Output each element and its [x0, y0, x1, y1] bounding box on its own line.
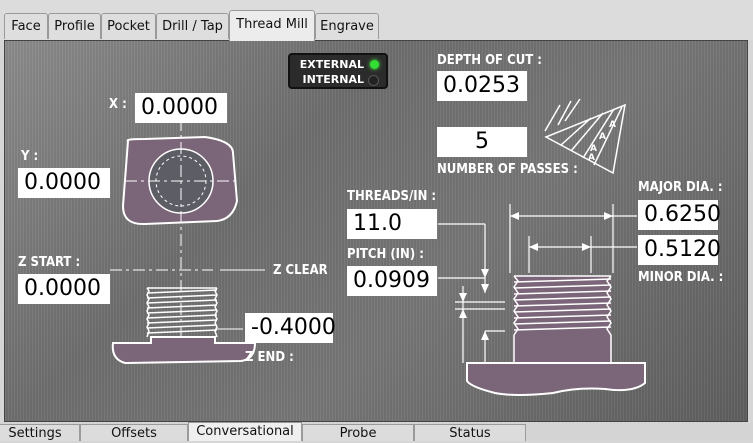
major-dia-input[interactable]: 0.6250	[638, 200, 721, 230]
tab-offsets[interactable]: Offsets	[80, 424, 188, 441]
z-start-input[interactable]: 0.0000	[18, 274, 110, 304]
pitch-label: PITCH (IN) :	[347, 247, 424, 262]
minor-dia-input[interactable]: 0.5120	[638, 235, 721, 265]
minor-dia-label: MINOR DIA. :	[638, 270, 724, 285]
right-thread-body	[514, 276, 611, 364]
z-end-input[interactable]: -0.4000	[245, 313, 336, 343]
tab-drill-tap[interactable]: Drill / Tap	[156, 13, 229, 39]
triangle-letter-1: A	[609, 120, 616, 130]
tab-face[interactable]: Face	[4, 13, 48, 39]
tab-settings[interactable]: Settings	[0, 424, 80, 441]
depth-of-cut-label: DEPTH OF CUT :	[437, 53, 542, 68]
triangle-letter-4: A	[588, 153, 595, 163]
threads-per-in-label: THREADS/IN :	[347, 189, 437, 204]
tab-status[interactable]: Status	[414, 424, 526, 441]
bottom-tab-bar: Settings Offsets Conversational Probe St…	[0, 422, 753, 441]
major-dia-label: MAJOR DIA. :	[638, 180, 723, 195]
x-input[interactable]: 0.0000	[135, 93, 227, 123]
tab-conversational[interactable]: Conversational	[188, 422, 302, 441]
internal-label: INTERNAL	[302, 73, 364, 86]
y-label: Y :	[21, 149, 39, 164]
tab-engrave[interactable]: Engrave	[315, 13, 379, 39]
tab-profile[interactable]: Profile	[48, 13, 101, 39]
external-label: EXTERNAL	[299, 58, 364, 71]
left-thread-profile	[146, 287, 218, 338]
triangle-letter-2: A	[599, 132, 606, 142]
top-tab-bar: Face Profile Pocket Drill / Tap Thread M…	[0, 0, 753, 41]
threads-per-in-input[interactable]: 11.0	[347, 209, 437, 239]
external-led-icon	[370, 60, 379, 69]
external-internal-switch[interactable]: EXTERNAL INTERNAL	[288, 53, 388, 89]
z-end-label: Z END :	[245, 350, 294, 365]
number-of-passes-input[interactable]: 5	[437, 127, 527, 157]
tab-pocket[interactable]: Pocket	[101, 13, 156, 39]
internal-led-icon	[368, 75, 379, 86]
z-clear-label: Z CLEAR	[273, 263, 328, 278]
thread-mill-panel: A A A A EXTERNAL INTERNAL X : 0.0000 Y :…	[4, 40, 748, 422]
right-part-base	[466, 362, 646, 396]
tab-probe[interactable]: Probe	[302, 424, 414, 441]
left-part-base	[111, 336, 257, 365]
depth-of-cut-input[interactable]: 0.0253	[437, 71, 527, 101]
y-input[interactable]: 0.0000	[18, 168, 110, 198]
pitch-input[interactable]: 0.0909	[347, 266, 437, 296]
tab-thread-mill[interactable]: Thread Mill	[229, 10, 315, 41]
z-start-label: Z START :	[18, 255, 81, 270]
number-of-passes-label: NUMBER OF PASSES :	[437, 162, 578, 177]
x-label: X :	[109, 97, 127, 112]
